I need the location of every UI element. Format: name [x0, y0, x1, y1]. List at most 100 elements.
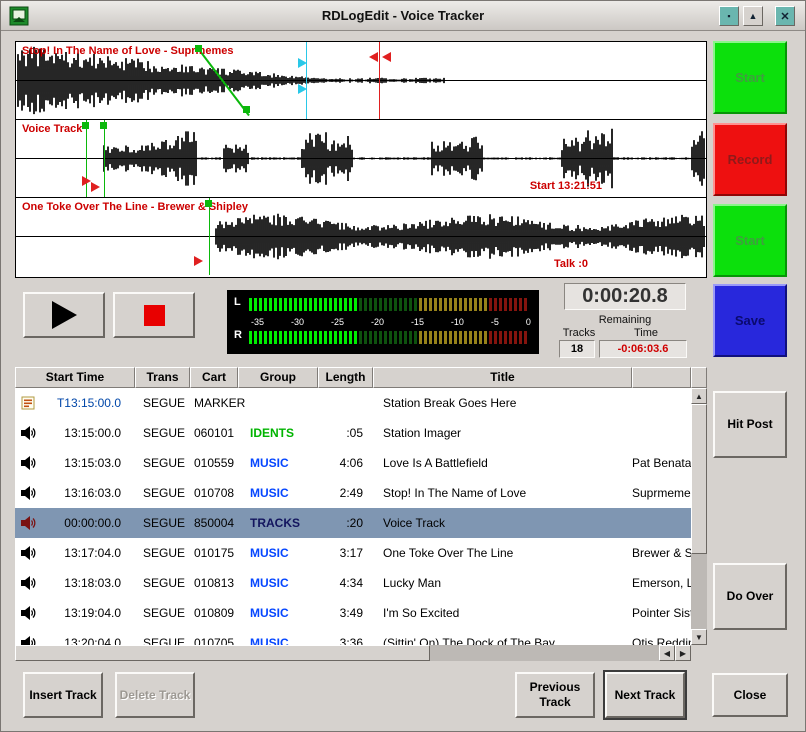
play-position-icon[interactable] [91, 182, 100, 192]
speaker-icon [15, 425, 41, 441]
cell-cart: 850004 [190, 516, 238, 530]
log-row[interactable]: 13:15:00.0SEGUE060101IDENTS:05Station Im… [15, 418, 691, 448]
shade-button[interactable]: ▲ [743, 6, 763, 26]
meter-segment [294, 331, 297, 344]
marker-handle[interactable] [100, 122, 107, 129]
meter-segment [299, 331, 302, 344]
segue-marker-icon[interactable] [298, 84, 307, 94]
hit-post-button[interactable]: Hit Post [713, 391, 787, 458]
play-position-icon[interactable] [82, 176, 91, 186]
pin-button[interactable]: ▪ [719, 6, 739, 26]
do-over-button[interactable]: Do Over [713, 563, 787, 630]
insert-track-button[interactable]: Insert Track [23, 672, 103, 718]
meter-segment [354, 298, 357, 311]
track-3-annotation: Talk :0 [554, 258, 588, 270]
end-marker-line[interactable] [379, 42, 380, 119]
waveform-track-1[interactable]: Stop! In The Name of Love - Suprmemes [16, 42, 706, 120]
cell-group: MUSIC [238, 456, 318, 470]
meter-segment [254, 331, 257, 344]
meter-segment [429, 298, 432, 311]
column-header-group[interactable]: Group [238, 367, 318, 388]
cell-artist: Brewer & S [632, 546, 691, 560]
meter-segment [524, 298, 527, 311]
speaker-icon [15, 515, 41, 531]
meter-segment [444, 298, 447, 311]
titlebar[interactable]: RDLogEdit - Voice Tracker ▪ ▲ ✕ [1, 1, 805, 31]
meter-segment [504, 298, 507, 311]
log-row[interactable]: 13:16:03.0SEGUE010708MUSIC2:49Stop! In T… [15, 478, 691, 508]
close-button[interactable]: Close [712, 673, 788, 717]
cell-length: 4:34 [318, 576, 373, 590]
column-header-trans[interactable]: Trans [135, 367, 190, 388]
column-header-blank [691, 367, 707, 388]
vertical-scroll-thumb[interactable] [691, 404, 707, 554]
segue-marker-icon[interactable] [298, 58, 307, 68]
stop-icon [144, 305, 165, 326]
meter-segment [394, 331, 397, 344]
start-marker-line[interactable] [104, 120, 105, 197]
meter-segment [279, 298, 282, 311]
record-button[interactable]: Record [713, 123, 787, 196]
cell-group: MUSIC [238, 486, 318, 500]
next-track-button[interactable]: Next Track [605, 672, 685, 718]
meter-segment [294, 298, 297, 311]
meter-segment [269, 298, 272, 311]
stop-button[interactable] [113, 292, 195, 338]
save-button[interactable]: Save [713, 284, 787, 357]
meter-segment [339, 298, 342, 311]
column-header-length[interactable]: Length [318, 367, 373, 388]
end-marker-icon[interactable] [369, 52, 378, 62]
cell-length: :20 [318, 516, 373, 530]
start-top-button[interactable]: Start [713, 41, 787, 114]
meter-segment [269, 331, 272, 344]
cell-length: 3:36 [318, 636, 373, 645]
scroll-left-button[interactable]: ◀ [659, 645, 675, 661]
end-marker-icon[interactable] [382, 52, 391, 62]
horizontal-scrollbar[interactable]: ◀ ▶ [15, 645, 691, 661]
log-body[interactable]: T13:15:00.0SEGUEMARKERStation Break Goes… [15, 388, 691, 645]
fade-end-handle[interactable] [243, 106, 250, 113]
cell-length: 2:49 [318, 486, 373, 500]
log-row[interactable]: 00:00:00.0SEGUE850004TRACKS:20Voice Trac… [15, 508, 691, 538]
meter-segment [259, 331, 262, 344]
log-row[interactable]: 13:18:03.0SEGUE010813MUSIC4:34Lucky ManE… [15, 568, 691, 598]
meter-segment [519, 331, 522, 344]
horizontal-scroll-thumb[interactable] [15, 645, 430, 661]
log-row[interactable]: 13:17:04.0SEGUE010175MUSIC3:17One Toke O… [15, 538, 691, 568]
log-row[interactable]: 13:15:03.0SEGUE010559MUSIC4:06Love Is A … [15, 448, 691, 478]
cell-group: MUSIC [238, 636, 318, 645]
log-row[interactable]: T13:15:00.0SEGUEMARKERStation Break Goes… [15, 388, 691, 418]
scrollbar-corner [691, 645, 707, 661]
play-position-icon[interactable] [194, 256, 203, 266]
segue-marker-line[interactable] [306, 42, 307, 119]
tracks-remaining-value: 18 [559, 340, 595, 358]
meter-segment [519, 298, 522, 311]
meter-segment [284, 331, 287, 344]
marker-handle[interactable] [82, 122, 89, 129]
fade-start-handle[interactable] [195, 45, 202, 52]
close-window-button[interactable]: ✕ [775, 6, 795, 26]
column-header-cart[interactable]: Cart [190, 367, 238, 388]
scroll-right-button[interactable]: ▶ [675, 645, 691, 661]
play-button[interactable] [23, 292, 105, 338]
log-row[interactable]: 13:20:04.0SEGUE010705MUSIC3:36(Sittin' O… [15, 628, 691, 645]
column-header-start-time[interactable]: Start Time [15, 367, 135, 388]
meter-segment [319, 331, 322, 344]
meter-segment [329, 298, 332, 311]
waveform-track-2[interactable]: Voice Track Start 13:21:51 [16, 120, 706, 198]
vertical-scrollbar[interactable]: ▲ ▼ [691, 388, 707, 645]
previous-track-button[interactable]: Previous Track [515, 672, 595, 718]
waveform-track-3[interactable]: One Toke Over The Line - Brewer & Shiple… [16, 198, 706, 275]
log-row[interactable]: 13:19:04.0SEGUE010809MUSIC3:49I'm So Exc… [15, 598, 691, 628]
meter-segment [384, 331, 387, 344]
meter-segment [374, 298, 377, 311]
meter-segment [459, 331, 462, 344]
column-header-title[interactable]: Title [373, 367, 632, 388]
marker-handle[interactable] [205, 200, 212, 207]
meter-segment [449, 298, 452, 311]
start-bottom-button[interactable]: Start [713, 204, 787, 277]
scroll-up-button[interactable]: ▲ [691, 388, 707, 404]
scroll-down-button[interactable]: ▼ [691, 629, 707, 645]
cell-trans: SEGUE [135, 396, 190, 410]
cell-cart: 010809 [190, 606, 238, 620]
